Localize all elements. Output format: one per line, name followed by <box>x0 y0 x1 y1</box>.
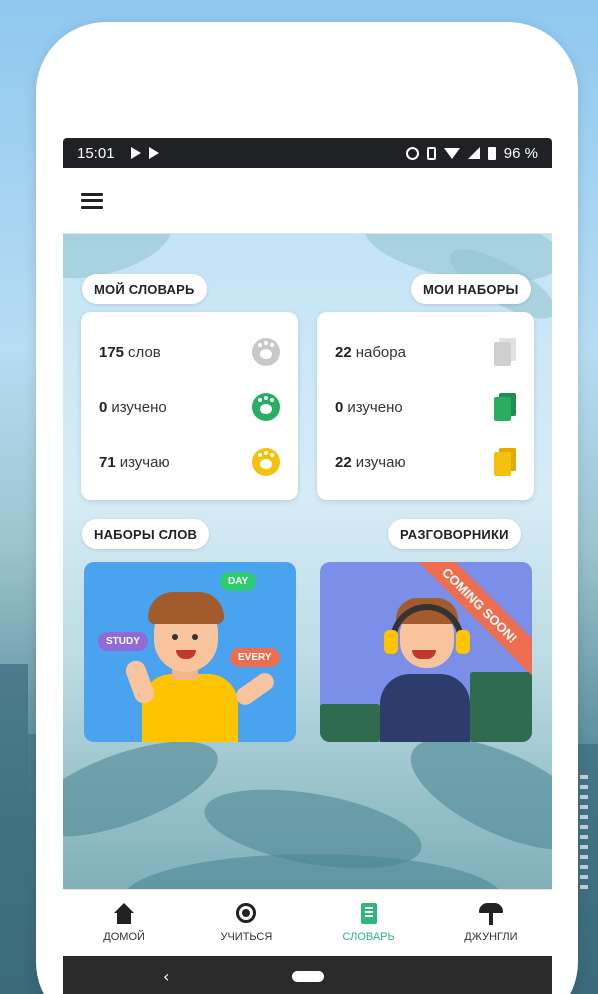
bubble-study: STUDY <box>98 632 148 651</box>
palm-icon <box>478 903 503 925</box>
nav-jungle[interactable]: ДЖУНГЛИ <box>436 903 546 943</box>
cards-icon <box>494 338 516 366</box>
vibrate-icon <box>426 146 436 160</box>
stat-count: 0 <box>335 398 344 416</box>
book-icon <box>357 903 381 925</box>
stat-row-sets-learned: 0 изучено <box>335 391 516 423</box>
status-time: 15:01 <box>77 144 115 162</box>
nav-jungle-label: ДЖУНГЛИ <box>464 931 518 943</box>
bubble-every: EVERY <box>230 648 280 667</box>
stat-count: 0 <box>99 398 108 416</box>
phrasebooks-tile[interactable]: COMING SOON! <box>320 562 532 742</box>
dictionary-content: МОЙ СЛОВАРЬ МОИ НАБОРЫ 175 слов 0 изучено … <box>63 234 552 889</box>
back-icon[interactable]: ‹ <box>163 967 169 986</box>
section-my-sets: МОИ НАБОРЫ <box>411 274 531 304</box>
nav-dictionary-label: СЛОВАРЬ <box>342 931 395 943</box>
stat-label: набора <box>355 343 406 361</box>
paw-icon <box>252 393 280 421</box>
home-icon <box>112 903 136 925</box>
background-decoration <box>580 775 588 895</box>
stat-count: 175 <box>99 343 125 361</box>
bubble-day: DAY <box>220 572 257 591</box>
bottom-navigation: ДОМОЙ УЧИТЬСЯ СЛОВАРЬ ДЖУНГЛИ <box>63 889 552 956</box>
home-pill-icon[interactable] <box>291 970 324 982</box>
word-sets-tile[interactable]: DAY STUDY EVERY <box>84 562 296 742</box>
wifi-icon <box>443 147 460 159</box>
stat-label: слов <box>128 343 161 361</box>
battery-icon <box>487 146 496 160</box>
system-navigation-bar: ‹ <box>63 956 552 994</box>
play-icon <box>148 147 159 159</box>
stat-label: изучено <box>347 398 403 416</box>
section-my-dictionary: МОЙ СЛОВАРЬ <box>82 274 207 304</box>
stat-count: 71 <box>99 453 116 471</box>
stat-row-learned: 0 изучено <box>99 391 280 423</box>
nav-learn-label: УЧИТЬСЯ <box>220 931 273 943</box>
signal-icon <box>467 147 480 159</box>
stat-count: 22 <box>335 453 352 471</box>
dictionary-stats-card[interactable]: 175 слов 0 изучено 71 изучаю <box>81 312 298 500</box>
sets-stats-card[interactable]: 22 набора 0 изучено 22 изучаю <box>317 312 534 500</box>
paw-icon <box>252 448 280 476</box>
play-icon <box>130 147 141 159</box>
stat-label: изучено <box>111 398 167 416</box>
alarm-icon <box>405 146 419 160</box>
cards-icon <box>494 448 516 476</box>
phone-screen: 15:01 96 % МОЙ СЛОВАРЬ МОИ НАБОРЫ 175 сл… <box>63 138 552 994</box>
stat-row-words: 175 слов <box>99 336 280 368</box>
app-bar <box>63 168 552 234</box>
nav-learn[interactable]: УЧИТЬСЯ <box>191 903 301 943</box>
nav-home[interactable]: ДОМОЙ <box>69 903 179 943</box>
stat-row-learning: 71 изучаю <box>99 446 280 478</box>
section-phrasebooks: РАЗГОВОРНИКИ <box>388 519 521 549</box>
cards-icon <box>494 393 516 421</box>
stat-label: изучаю <box>355 453 406 471</box>
paw-icon <box>252 338 280 366</box>
stat-count: 22 <box>335 343 352 361</box>
menu-icon[interactable] <box>81 192 103 209</box>
status-bar: 15:01 96 % <box>63 138 552 168</box>
stat-row-sets: 22 набора <box>335 336 516 368</box>
nav-dictionary[interactable]: СЛОВАРЬ <box>314 903 424 943</box>
stat-label: изучаю <box>119 453 170 471</box>
section-word-sets: НАБОРЫ СЛОВ <box>82 519 210 549</box>
stat-row-sets-learning: 22 изучаю <box>335 446 516 478</box>
battery-level: 96 % <box>503 144 538 162</box>
target-icon <box>234 903 258 925</box>
nav-home-label: ДОМОЙ <box>103 931 145 943</box>
